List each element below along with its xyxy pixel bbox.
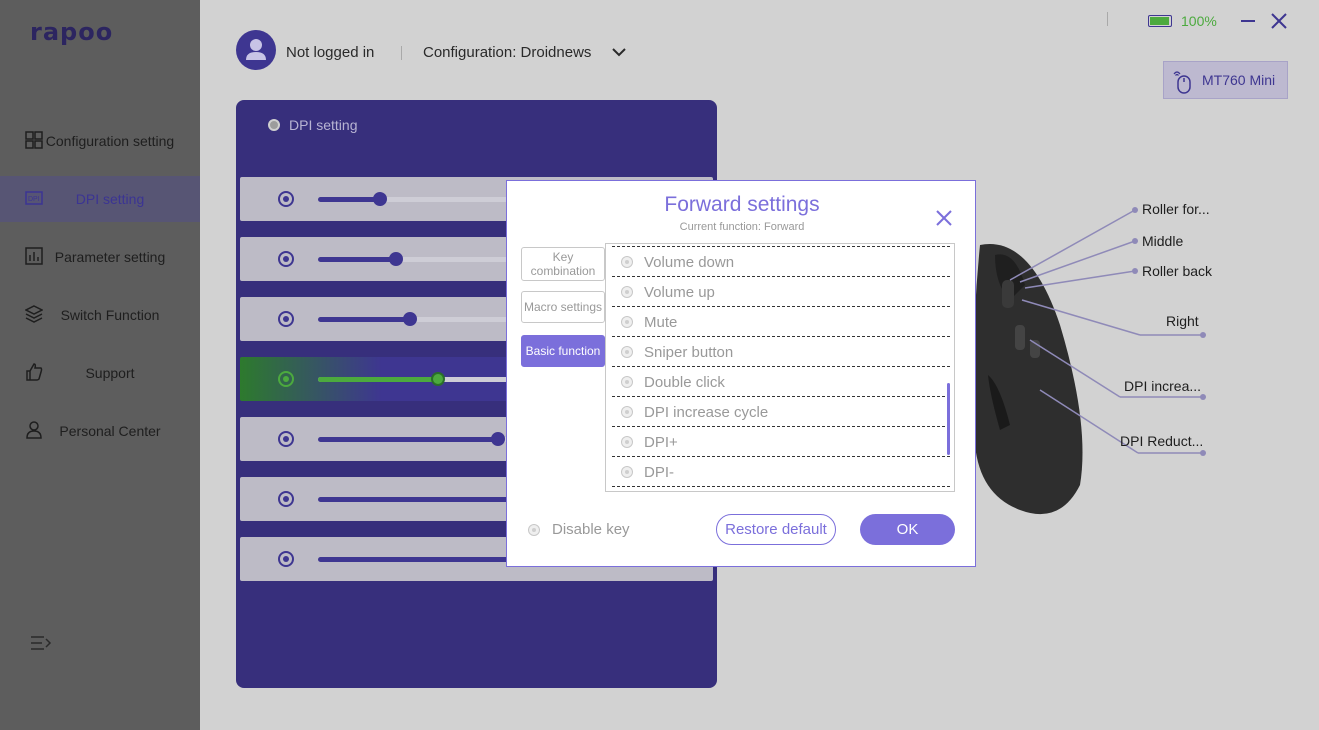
callout-right[interactable]: Right (1166, 313, 1199, 329)
dpi-slider-fill (318, 317, 410, 322)
function-list-item[interactable]: DPI+ (612, 427, 950, 457)
function-label: DPI increase cycle (644, 404, 769, 421)
tab-basic-function[interactable]: Basic function (521, 335, 605, 367)
modal-subtitle: Current function: Forward (679, 221, 805, 233)
sidebar-item-label: Configuration setting (45, 133, 175, 149)
dpi-panel-title: DPI setting (289, 117, 358, 133)
sidebar-item-dpi-setting[interactable]: DPI DPI setting (0, 176, 200, 222)
dpi-slider-fill (318, 197, 380, 202)
function-label: Volume down (644, 254, 735, 271)
sidebar: rapoo Configuration setting DPI DPI sett… (0, 0, 200, 730)
sidebar-item-parameter-setting[interactable]: Parameter setting (0, 234, 200, 280)
function-radio[interactable] (622, 377, 632, 387)
header-divider (1107, 12, 1108, 26)
sidebar-item-configuration-setting[interactable]: Configuration setting (0, 118, 200, 164)
wireless-mouse-icon (1173, 71, 1191, 94)
dpi-slider-fill (318, 377, 438, 382)
function-radio[interactable] (622, 347, 632, 357)
function-list-item[interactable]: Mute (612, 307, 950, 337)
function-label: Volume up (644, 284, 715, 301)
dpi-slider-thumb[interactable] (431, 372, 445, 386)
dpi-slider-thumb[interactable] (373, 192, 387, 206)
tab-macro-settings[interactable]: Macro settings (521, 291, 605, 323)
restore-default-button[interactable]: Restore default (716, 514, 836, 545)
avatar[interactable] (236, 30, 276, 70)
sidebar-item-label: Switch Function (60, 307, 160, 323)
disable-key-radio[interactable] (529, 525, 539, 535)
modal-title: Forward settings (664, 193, 820, 216)
configuration-selector[interactable]: Configuration: Droidnews (423, 44, 591, 61)
dpi-level-radio[interactable] (278, 191, 294, 207)
sidebar-item-label: Parameter setting (54, 249, 166, 265)
disable-key-label[interactable]: Disable key (552, 521, 630, 538)
function-list[interactable]: Volume down Volume up Mute Sniper button Dou… (605, 243, 955, 492)
user-icon (246, 39, 266, 60)
dpi-level-radio[interactable] (278, 311, 294, 327)
callout-dpi-increase[interactable]: DPI increa... (1124, 378, 1201, 394)
function-list-item[interactable]: Double click (612, 367, 950, 397)
function-radio[interactable] (622, 287, 632, 297)
function-label: Mute (644, 314, 678, 331)
function-radio[interactable] (622, 317, 632, 327)
forward-settings-modal: Forward settings Current function: Forwa… (506, 180, 976, 567)
function-radio[interactable] (622, 467, 632, 477)
function-list-item[interactable]: DPI- (612, 457, 950, 487)
sidebar-item-switch-function[interactable]: Switch Function (0, 292, 200, 338)
dpi-slider-thumb[interactable] (389, 252, 403, 266)
function-list-item[interactable]: Volume down (612, 247, 950, 277)
header-divider (401, 46, 402, 60)
dpi-level-radio[interactable] (278, 551, 294, 567)
callout-roller-back[interactable]: Roller back (1142, 263, 1212, 279)
dpi-level-radio[interactable] (278, 431, 294, 447)
sidebar-item-personal-center[interactable]: Personal Center (0, 408, 200, 454)
function-list-item[interactable]: Sniper button (612, 337, 950, 367)
dpi-slider-fill (318, 557, 518, 562)
close-icon[interactable] (935, 209, 953, 227)
callout-roller-forward[interactable]: Roller for... (1142, 201, 1210, 217)
dpi-level-radio[interactable] (278, 491, 294, 507)
list-scrollbar[interactable] (947, 383, 950, 455)
dpi-slider-thumb[interactable] (491, 432, 505, 446)
dpi-level-radio[interactable] (278, 371, 294, 387)
sidebar-item-label: DPI setting (75, 191, 145, 207)
battery-icon (1148, 15, 1172, 27)
function-radio[interactable] (622, 257, 632, 267)
function-list-item[interactable]: DPI increase cycle (612, 397, 950, 427)
dpi-slider-thumb[interactable] (403, 312, 417, 326)
callout-lines (1009, 207, 1206, 456)
device-badge[interactable]: MT760 Mini (1163, 61, 1288, 99)
device-name: MT760 Mini (1202, 72, 1276, 88)
close-icon[interactable] (1270, 12, 1288, 30)
dpi-level-radio[interactable] (278, 251, 294, 267)
dpi-title-dot (268, 119, 280, 131)
login-status[interactable]: Not logged in (286, 44, 374, 61)
dpi-slider-fill (318, 437, 498, 442)
tab-key-combination[interactable]: Key combination (521, 247, 605, 281)
sidebar-item-support[interactable]: Support (0, 350, 200, 396)
ok-button[interactable]: OK (860, 514, 955, 545)
collapse-menu-icon[interactable] (30, 634, 52, 652)
function-label: Sniper button (644, 344, 734, 361)
dpi-slider-fill (318, 257, 396, 262)
function-radio[interactable] (622, 407, 632, 417)
battery-percentage: 100% (1181, 13, 1217, 29)
rapoo-logo: rapoo (30, 18, 114, 46)
function-radio[interactable] (622, 437, 632, 447)
function-list-item[interactable]: Volume up (612, 277, 950, 307)
sidebar-item-label: Support (85, 365, 135, 381)
sidebar-item-label: Personal Center (59, 423, 161, 439)
minimize-icon[interactable] (1240, 12, 1256, 28)
callout-dpi-reduction[interactable]: DPI Reduct... (1120, 433, 1203, 449)
function-label: DPI+ (644, 434, 678, 451)
callout-middle[interactable]: Middle (1142, 233, 1183, 249)
function-label: Double click (644, 374, 725, 391)
dpi-slider-fill (318, 497, 518, 502)
chevron-down-icon[interactable] (611, 46, 627, 58)
function-label: DPI- (644, 464, 674, 481)
